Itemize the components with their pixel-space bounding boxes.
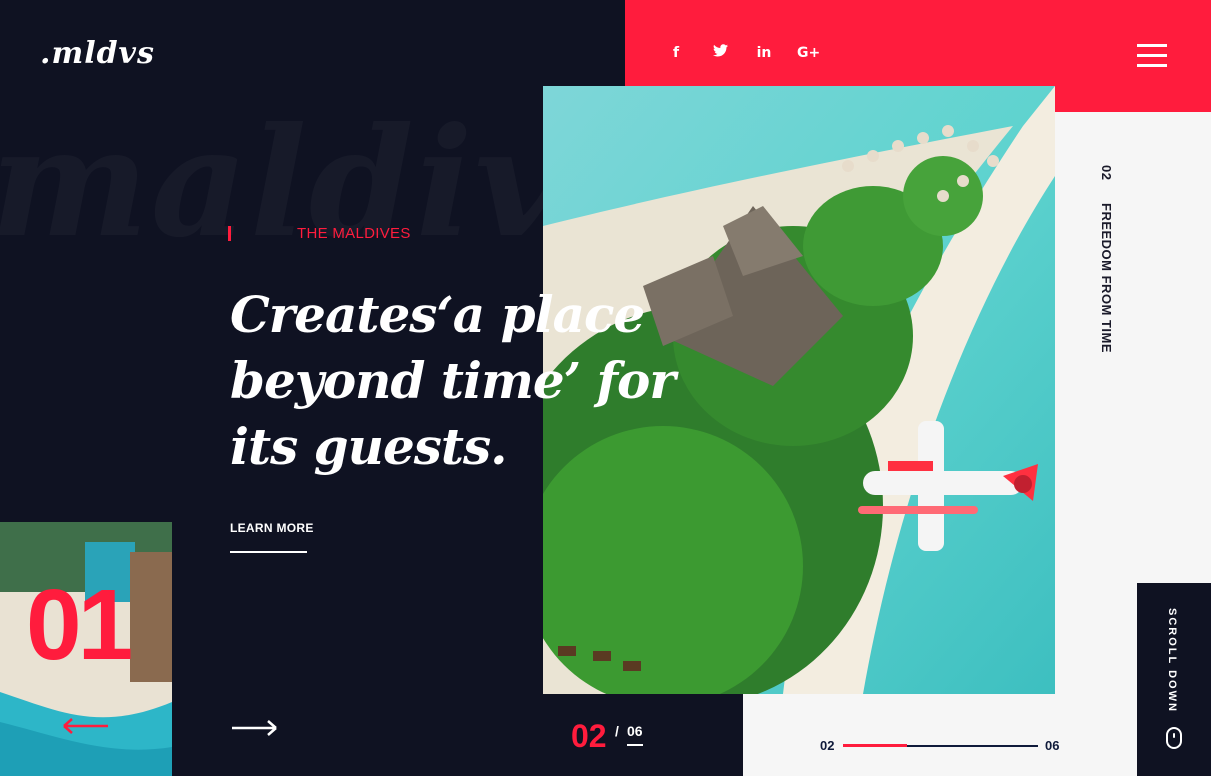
next-arrow-icon[interactable]	[230, 716, 278, 740]
google-plus-icon[interactable]: G+	[797, 45, 820, 61]
previous-slide-number: 01	[26, 569, 133, 681]
learn-more-link[interactable]: LEARN MORE	[230, 521, 314, 535]
scroll-down-label: SCROLL DOWN	[1166, 608, 1178, 713]
social-links: f in G+	[665, 44, 820, 61]
headline-line: its guests.	[230, 417, 508, 476]
hero-headline: Creates‘a place beyond time’ for its gue…	[230, 282, 676, 480]
linkedin-icon[interactable]: in	[753, 45, 775, 61]
progress-start-label: 02	[820, 738, 835, 753]
facebook-icon[interactable]: f	[665, 45, 687, 61]
headline-line: Creates‘a place	[230, 285, 645, 344]
prev-arrow-icon[interactable]	[62, 714, 110, 738]
total-slides: 06	[627, 723, 643, 739]
progress-fill	[843, 744, 907, 747]
eyebrow-accent-bar	[228, 226, 231, 241]
headline-line: beyond time’ for	[230, 351, 676, 410]
hamburger-menu-icon[interactable]	[1137, 44, 1167, 68]
progress-end-label: 06	[1045, 738, 1060, 753]
mouse-icon	[1166, 727, 1182, 749]
current-slide-number: 02	[571, 718, 607, 754]
eyebrow-label: THE MALDIVES	[297, 225, 411, 242]
total-slides-underline	[627, 744, 643, 746]
side-slide-title: FREEDOM FROM TIME	[1099, 203, 1114, 354]
slide-separator: /	[615, 723, 619, 739]
site-logo[interactable]: .mldvs	[40, 36, 155, 71]
twitter-icon[interactable]	[709, 44, 731, 61]
learn-more-underline	[230, 551, 307, 553]
